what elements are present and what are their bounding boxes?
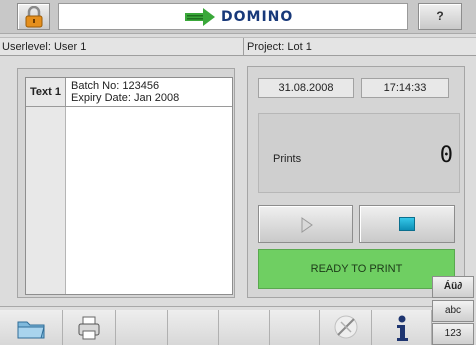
help-label: ? — [436, 9, 444, 23]
help-button[interactable]: ? — [418, 3, 462, 30]
message-line-1: Batch No: 123456 — [71, 80, 160, 92]
toolbar-button-3[interactable] — [116, 310, 168, 345]
userlevel-label: Userlevel: User 1 — [2, 41, 87, 53]
date-display: 31.08.2008 — [258, 78, 354, 98]
domino-logo: DOMINO — [183, 7, 383, 27]
info-divider — [243, 38, 244, 56]
top-bar: DOMINO ? — [0, 0, 476, 34]
toolbar-button-5[interactable] — [219, 310, 270, 345]
title-box: DOMINO — [58, 3, 408, 30]
toolbar-button-6[interactable] — [270, 310, 320, 345]
prints-label: Prints — [273, 153, 302, 165]
message-row[interactable]: Text 1 Batch No: 123456 Expiry Date: Jan… — [26, 78, 232, 107]
prints-counter-area: Prints 0 — [258, 113, 460, 193]
logo-arrow-icon — [185, 8, 215, 26]
print-setup-button[interactable] — [63, 310, 116, 345]
info-icon — [397, 315, 408, 341]
info-bar: Userlevel: User 1 Project: Lot 1 — [0, 37, 476, 56]
message-panel: Text 1 Batch No: 123456 Expiry Date: Jan… — [17, 68, 235, 298]
toolbar-button-4[interactable] — [168, 310, 219, 345]
logo-text: DOMINO — [221, 9, 294, 25]
tools-icon — [334, 315, 358, 339]
play-icon — [301, 217, 313, 233]
project-label: Project: Lot 1 — [247, 41, 312, 53]
time-display: 17:14:33 — [361, 78, 449, 98]
message-label: Text 1 — [26, 78, 66, 106]
stop-print-button[interactable] — [359, 205, 455, 243]
ready-status: READY TO PRINT — [258, 249, 455, 289]
status-panel: 31.08.2008 17:14:33 Prints 0 READY TO PR… — [247, 66, 465, 298]
info-button[interactable] — [372, 310, 432, 345]
message-list[interactable]: Text 1 Batch No: 123456 Expiry Date: Jan… — [25, 77, 233, 295]
folder-open-icon — [17, 321, 45, 339]
numeric-keyboard-button[interactable]: 123 — [432, 323, 474, 345]
message-gutter — [26, 78, 66, 294]
message-line-2: Expiry Date: Jan 2008 — [71, 92, 180, 104]
special-chars-button[interactable]: Áü∂ — [432, 276, 474, 298]
padlock-icon — [25, 6, 43, 28]
printer-icon — [78, 316, 100, 340]
prints-value: 0 — [439, 143, 453, 168]
bottom-toolbar — [0, 306, 432, 345]
open-message-button[interactable] — [0, 310, 63, 345]
start-print-button[interactable] — [258, 205, 353, 243]
tools-button[interactable] — [320, 310, 372, 345]
lock-button[interactable] — [17, 3, 50, 30]
lowercase-keyboard-button[interactable]: abc — [432, 300, 474, 322]
stop-icon — [399, 217, 415, 231]
